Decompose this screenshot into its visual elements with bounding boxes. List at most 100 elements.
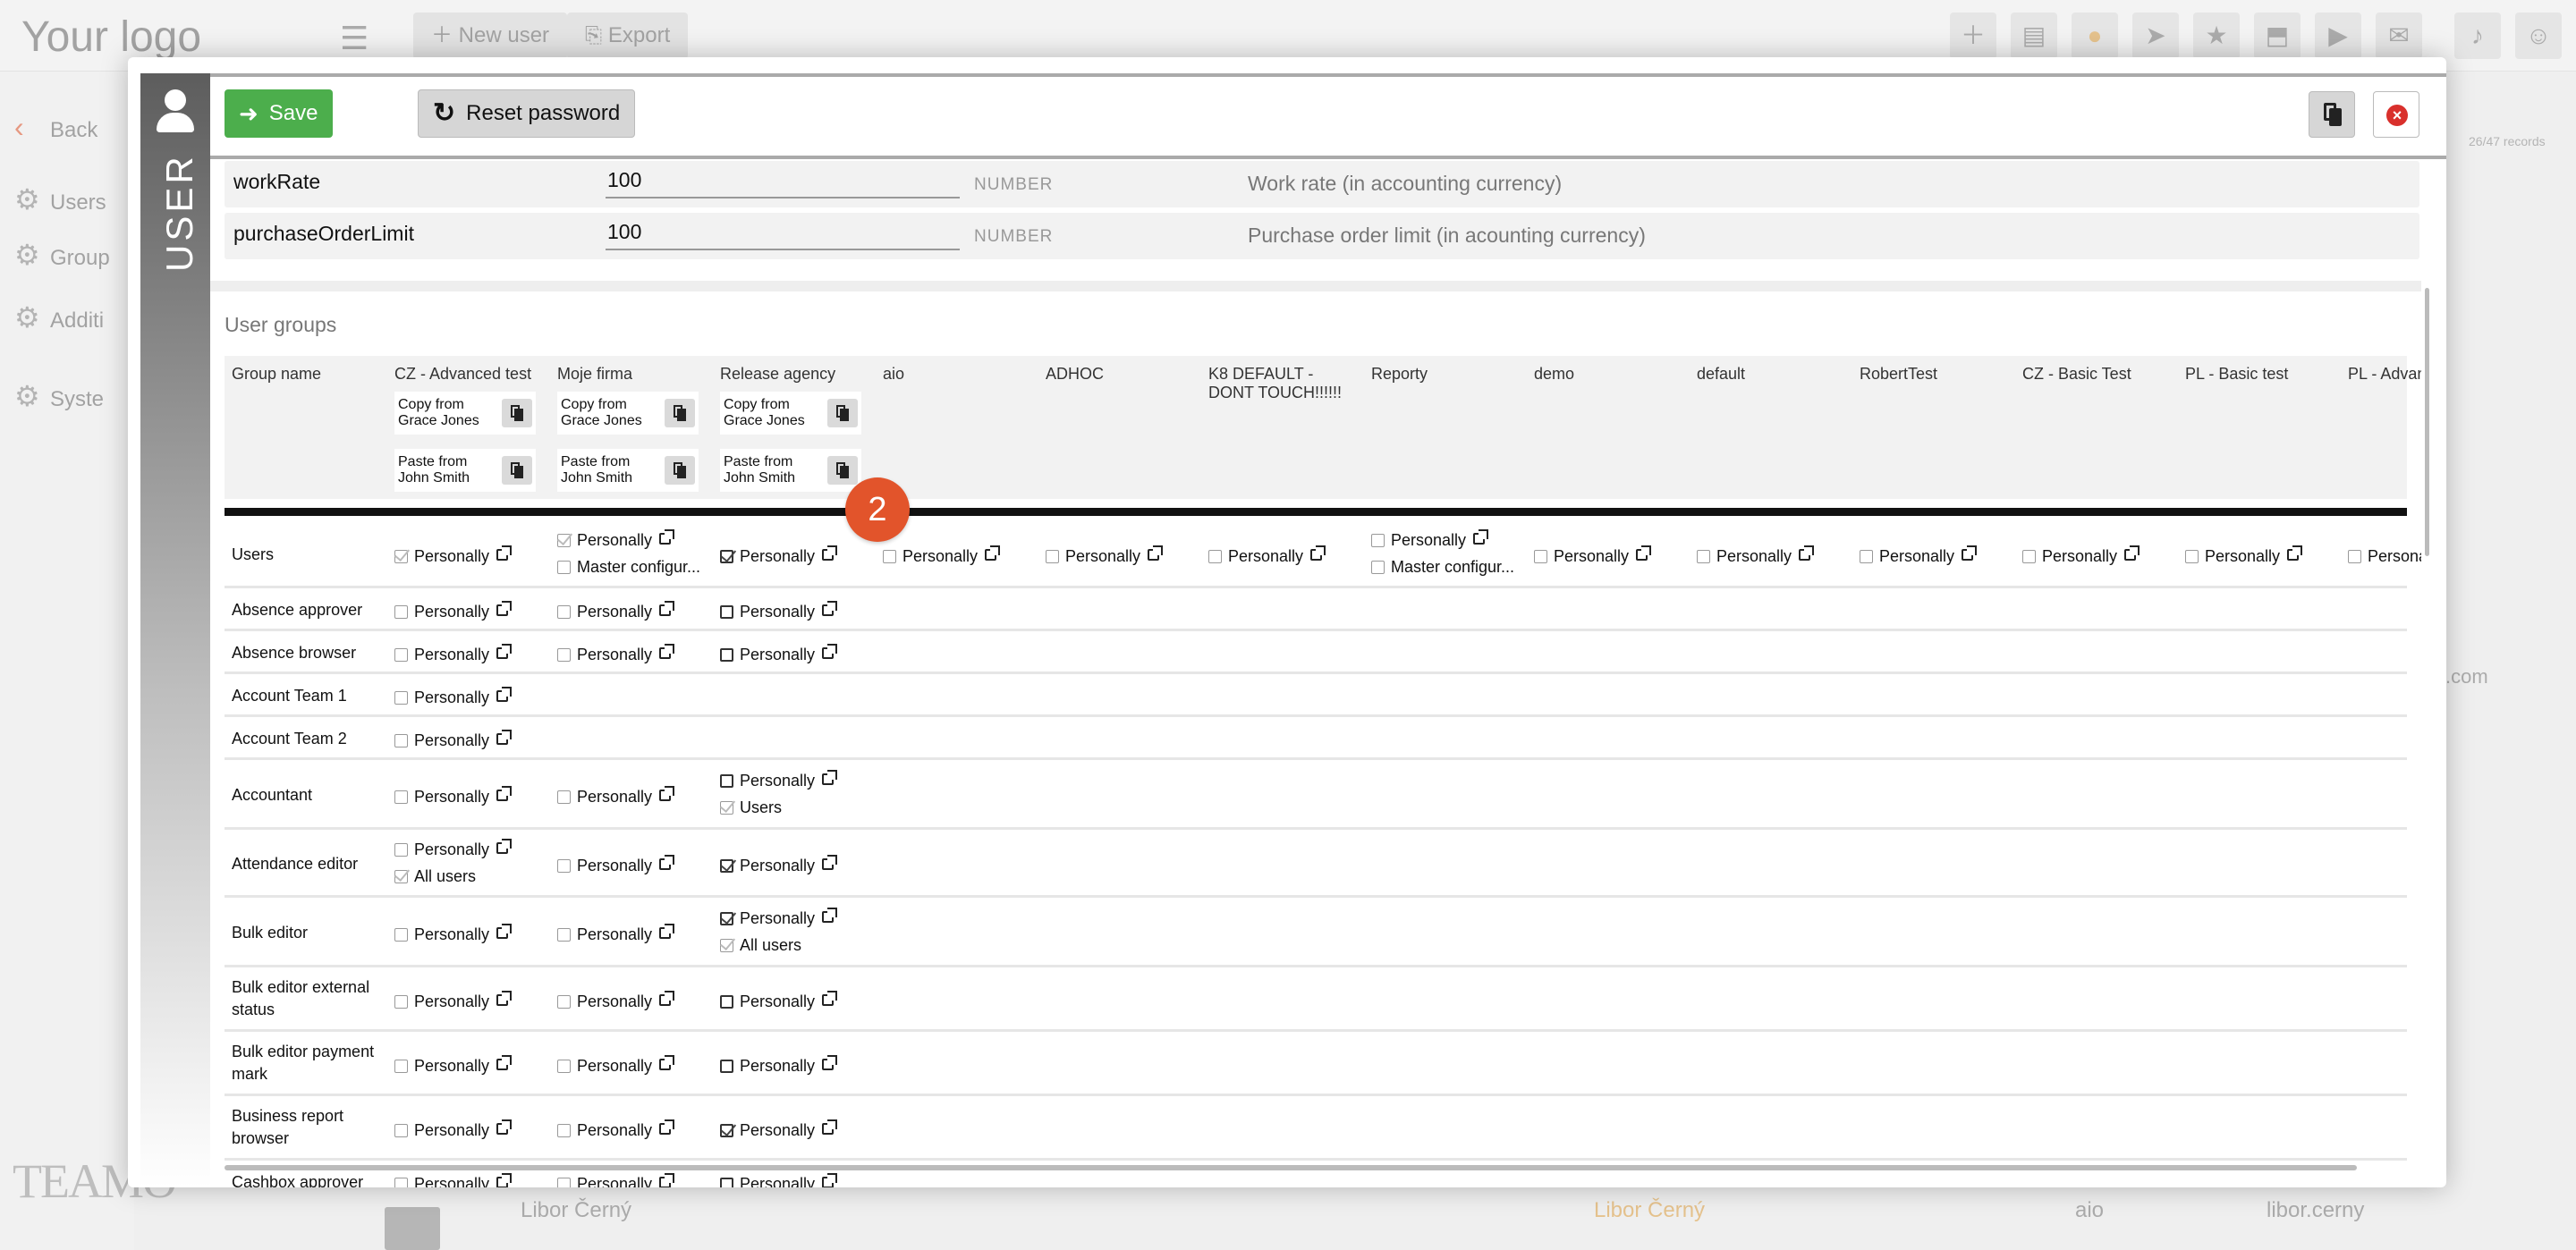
menu-icon[interactable]: ☰ — [340, 20, 369, 57]
permission-option[interactable]: Personally — [2185, 545, 2303, 567]
external-link-icon[interactable] — [496, 924, 513, 939]
copy-from-button[interactable]: Copy from Grace Jones — [557, 392, 699, 435]
checkbox[interactable] — [1046, 550, 1059, 563]
sidebar-item-additional[interactable]: ⚙ Additi — [14, 300, 104, 334]
checkbox[interactable] — [394, 1178, 408, 1187]
paste-from-button[interactable]: Paste from John Smith — [394, 449, 536, 492]
permission-option[interactable]: Personally — [557, 529, 675, 551]
checkbox[interactable] — [2022, 550, 2036, 563]
permission-option[interactable]: Personally — [720, 991, 838, 1012]
external-link-icon[interactable] — [1148, 545, 1164, 561]
permission-option[interactable]: Personally — [394, 644, 513, 665]
inbox-icon[interactable]: ⬒ — [2254, 13, 2301, 59]
star-icon[interactable]: ★ — [2193, 13, 2240, 59]
sidebar-item-system[interactable]: ⚙ Syste — [14, 379, 104, 413]
permission-option[interactable]: Personally — [1860, 545, 1978, 567]
checkbox[interactable] — [1697, 550, 1710, 563]
bell-icon[interactable]: ♪ — [2454, 13, 2501, 59]
checkbox[interactable] — [394, 1060, 408, 1073]
permission-option[interactable]: Personally — [720, 770, 838, 791]
copy-button[interactable] — [2309, 91, 2355, 138]
external-link-icon[interactable] — [659, 601, 675, 616]
permission-option[interactable]: Personally — [394, 991, 513, 1012]
permission-option[interactable]: Personally — [557, 855, 675, 876]
checkbox[interactable] — [394, 870, 408, 883]
permission-option[interactable]: Personally — [720, 545, 838, 567]
external-link-icon[interactable] — [1310, 545, 1326, 561]
external-link-icon[interactable] — [496, 644, 513, 659]
save-button[interactable]: ➜ Save — [225, 89, 333, 138]
permission-option[interactable]: Personally — [394, 1055, 513, 1077]
permission-option[interactable]: Personally — [1534, 545, 1652, 567]
sidebar-item-users[interactable]: ⚙ Users — [14, 182, 106, 216]
paste-from-button[interactable]: Paste from John Smith — [720, 449, 861, 492]
external-link-icon[interactable] — [659, 529, 675, 545]
permission-option[interactable]: Personally — [394, 924, 513, 945]
external-link-icon[interactable] — [496, 839, 513, 854]
permission-option[interactable]: All users — [720, 934, 801, 956]
permission-option[interactable]: Personally — [394, 545, 513, 567]
external-link-icon[interactable] — [822, 770, 838, 785]
checkbox[interactable] — [720, 605, 733, 619]
checkbox[interactable] — [1860, 550, 1873, 563]
external-link-icon[interactable] — [659, 991, 675, 1006]
external-link-icon[interactable] — [2287, 545, 2303, 561]
checkbox[interactable] — [2185, 550, 2199, 563]
permission-option[interactable]: Personally — [557, 1055, 675, 1077]
external-link-icon[interactable] — [659, 1173, 675, 1187]
checkbox[interactable] — [557, 928, 571, 942]
external-link-icon[interactable] — [496, 601, 513, 616]
checkbox[interactable] — [720, 648, 733, 662]
checkbox[interactable] — [557, 1124, 571, 1137]
checkbox[interactable] — [394, 691, 408, 705]
permission-option[interactable]: Users — [720, 797, 782, 818]
checkbox[interactable] — [720, 774, 733, 788]
horizontal-scrollbar[interactable] — [225, 1165, 2357, 1170]
external-link-icon[interactable] — [1799, 545, 1815, 561]
checkbox[interactable] — [883, 550, 896, 563]
permission-option[interactable]: Personally — [394, 730, 513, 751]
permission-option[interactable]: Personally — [557, 924, 675, 945]
external-link-icon[interactable] — [2124, 545, 2140, 561]
permission-option[interactable]: Personally — [720, 601, 838, 622]
external-link-icon[interactable] — [659, 924, 675, 939]
external-link-icon[interactable] — [496, 786, 513, 801]
external-link-icon[interactable] — [496, 1119, 513, 1135]
avatar-icon[interactable]: ☺ — [2515, 13, 2562, 59]
external-link-icon[interactable] — [822, 1173, 838, 1187]
permission-option[interactable]: Master configur... — [557, 556, 700, 578]
checkbox[interactable] — [1371, 534, 1385, 547]
checkbox[interactable] — [557, 859, 571, 873]
copy-icon[interactable] — [502, 456, 532, 485]
permission-option[interactable]: Personally — [720, 855, 838, 876]
help-icon[interactable]: ● — [2072, 13, 2118, 59]
export-button[interactable]: ⎘ Export — [567, 13, 689, 59]
checkbox[interactable] — [720, 550, 733, 563]
permission-option[interactable]: Personally — [394, 786, 513, 807]
copy-icon[interactable] — [827, 456, 858, 485]
external-link-icon[interactable] — [496, 545, 513, 561]
permission-option[interactable]: Personally — [557, 644, 675, 665]
permission-option[interactable]: All users — [394, 866, 476, 887]
copy-from-button[interactable]: Copy from Grace Jones — [720, 392, 861, 435]
permission-option[interactable]: Personally — [720, 1119, 838, 1141]
permission-option[interactable]: Personally — [557, 1119, 675, 1141]
permission-option[interactable]: Personally — [394, 1173, 513, 1187]
external-link-icon[interactable] — [822, 908, 838, 923]
checkbox[interactable] — [394, 605, 408, 619]
external-link-icon[interactable] — [822, 545, 838, 561]
checkbox[interactable] — [394, 928, 408, 942]
external-link-icon[interactable] — [822, 644, 838, 659]
checkbox[interactable] — [1208, 550, 1222, 563]
copy-icon[interactable] — [665, 399, 695, 427]
permission-option[interactable]: Personally — [557, 991, 675, 1012]
external-link-icon[interactable] — [822, 1055, 838, 1070]
chat-icon[interactable]: ✉ — [2376, 13, 2422, 59]
close-button[interactable]: × — [2373, 91, 2419, 138]
checkbox[interactable] — [557, 995, 571, 1009]
permission-option[interactable]: Personally — [2022, 545, 2140, 567]
checkbox[interactable] — [394, 995, 408, 1009]
checkbox[interactable] — [557, 790, 571, 804]
checkbox[interactable] — [720, 939, 733, 952]
permission-option[interactable]: Personally — [1697, 545, 1815, 567]
